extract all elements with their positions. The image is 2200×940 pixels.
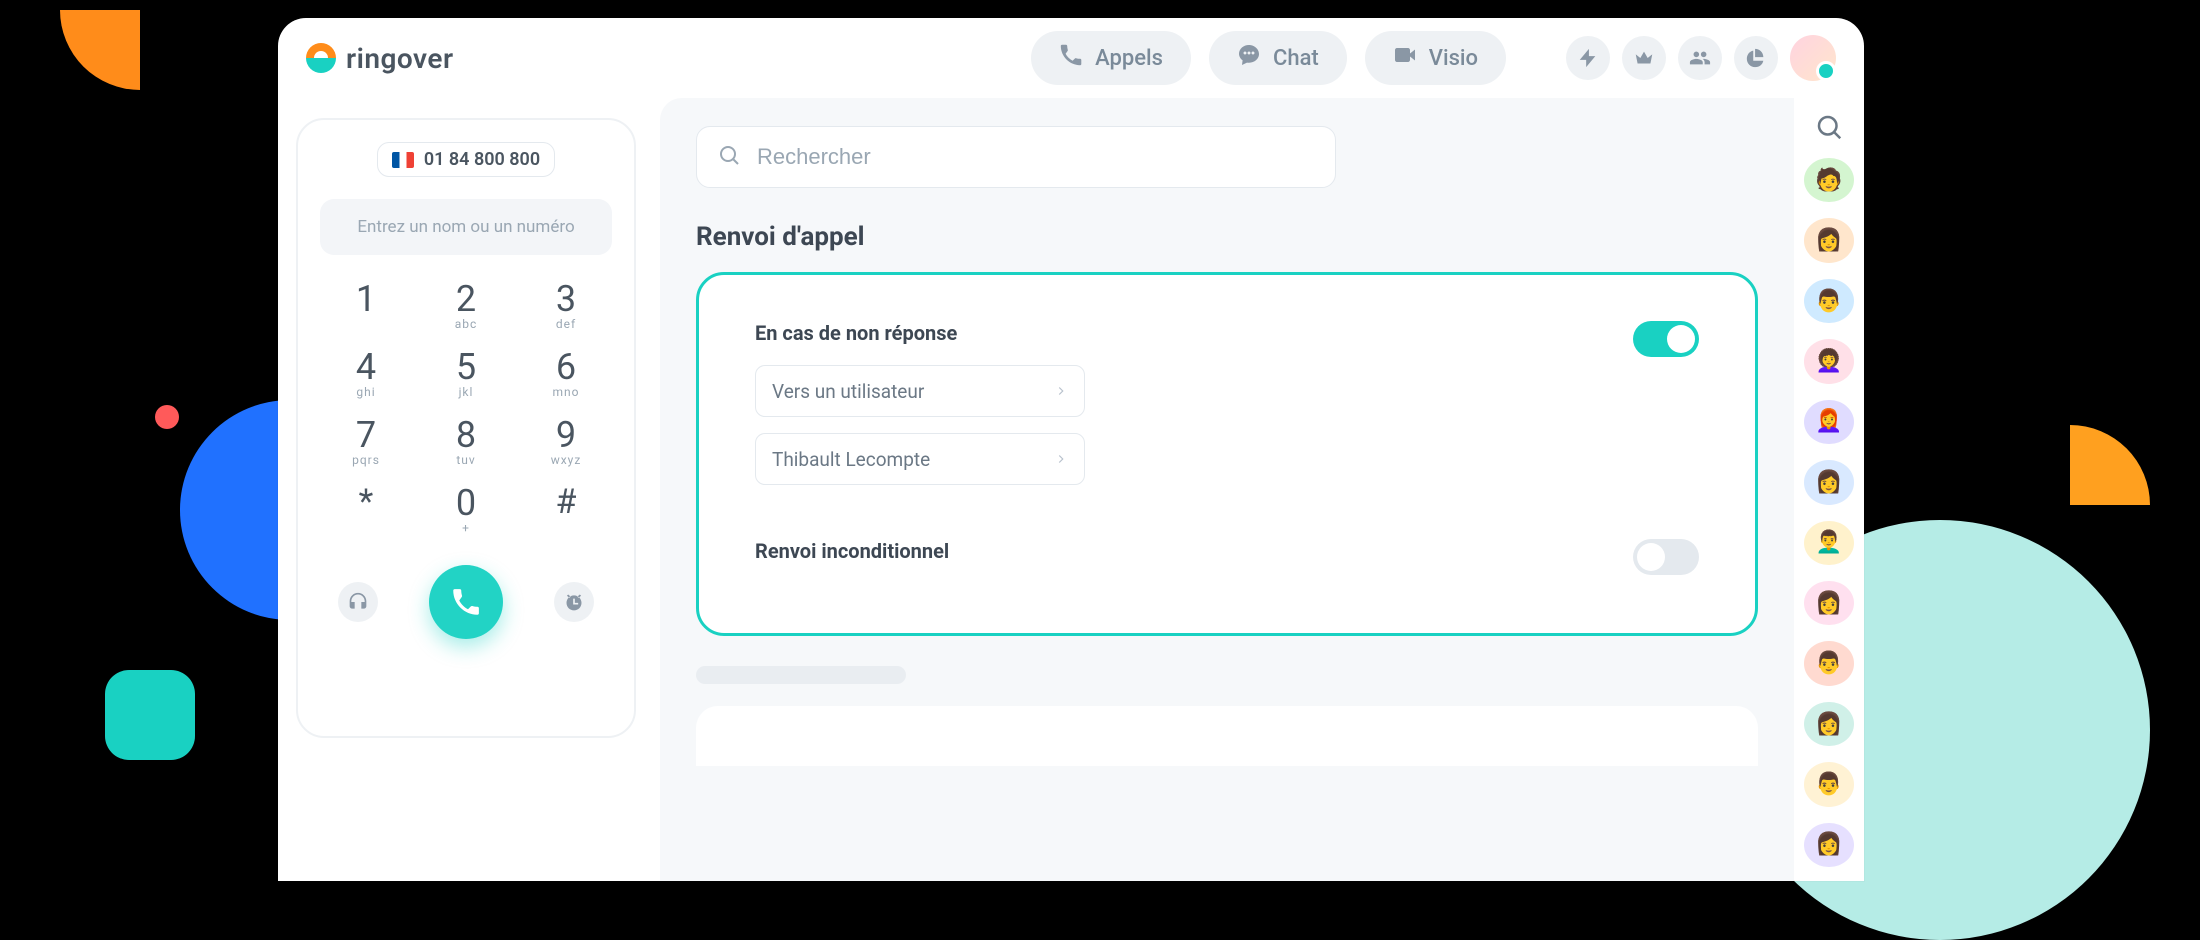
- contact-avatar[interactable]: 👨‍🦱: [1804, 521, 1854, 565]
- key-1[interactable]: 1: [321, 281, 411, 343]
- crown-button[interactable]: [1622, 36, 1666, 80]
- contact-avatar[interactable]: 👩‍🦰: [1804, 400, 1854, 444]
- contact-avatar[interactable]: 👩: [1804, 581, 1854, 625]
- pie-chart-icon: [1745, 47, 1767, 69]
- video-icon: [1393, 43, 1417, 73]
- section-title: Renvoi d'appel: [696, 222, 1758, 252]
- forward-target-select[interactable]: Vers un utilisateur: [755, 365, 1085, 417]
- chat-icon: [1237, 43, 1261, 73]
- contact-avatar[interactable]: 🧑: [1804, 158, 1854, 202]
- key-hash[interactable]: #: [521, 485, 611, 547]
- unconditional-title: Renvoi inconditionnel: [755, 539, 949, 563]
- contact-avatar[interactable]: 👨: [1804, 762, 1854, 806]
- brand-logo-mark: [306, 43, 336, 73]
- bg-orange-quarter: [60, 10, 140, 90]
- crown-icon: [1633, 47, 1655, 69]
- contact-avatar[interactable]: 👨: [1804, 279, 1854, 323]
- chevron-right-icon: [1054, 452, 1068, 466]
- headset-icon: [348, 592, 368, 612]
- key-4[interactable]: 4ghi: [321, 349, 411, 411]
- contact-avatar[interactable]: 👩: [1804, 702, 1854, 746]
- nav-chat[interactable]: Chat: [1209, 31, 1347, 85]
- header: ringover Appels Chat Visio: [278, 18, 1864, 98]
- alarm-icon: [564, 592, 584, 612]
- bolt-icon: [1577, 47, 1599, 69]
- loading-placeholder: [696, 666, 906, 684]
- dialer-panel: 01 84 800 800 Entrez un nom ou un numéro…: [296, 118, 636, 738]
- contact-avatar[interactable]: 👩: [1804, 823, 1854, 867]
- dialer-search-placeholder: Entrez un nom ou un numéro: [357, 217, 574, 237]
- key-7[interactable]: 7pqrs: [321, 417, 411, 479]
- contact-avatar[interactable]: 👩: [1804, 460, 1854, 504]
- key-3[interactable]: 3def: [521, 281, 611, 343]
- primary-nav: Appels Chat Visio: [1031, 31, 1506, 85]
- call-button[interactable]: [429, 565, 503, 639]
- dialer-search[interactable]: Entrez un nom ou un numéro: [320, 199, 612, 255]
- contact-rail: 🧑 👩 👨 👩‍🦱 👩‍🦰 👩 👨‍🦱 👩 👨 👩 👨 👩: [1794, 98, 1864, 881]
- nav-video[interactable]: Visio: [1365, 31, 1506, 85]
- call-forward-card: En cas de non réponse Vers un utilisateu…: [696, 272, 1758, 636]
- headset-button[interactable]: [338, 582, 378, 622]
- no-answer-title: En cas de non réponse: [755, 321, 1085, 345]
- key-6[interactable]: 6mno: [521, 349, 611, 411]
- nav-calls-label: Appels: [1095, 46, 1163, 71]
- contact-avatar[interactable]: 👩‍🦱: [1804, 339, 1854, 383]
- flag-france-icon: [392, 152, 414, 168]
- next-card-placeholder: [696, 706, 1758, 766]
- bg-red-dot: [155, 405, 179, 429]
- current-number-badge[interactable]: 01 84 800 800: [377, 142, 555, 177]
- bg-teal-square: [105, 670, 195, 760]
- bg-orange-quarter-right: [2070, 425, 2150, 505]
- people-icon: [1689, 47, 1711, 69]
- snooze-button[interactable]: [554, 582, 594, 622]
- forward-user-select[interactable]: Thibault Lecompte: [755, 433, 1085, 485]
- avatar-me[interactable]: [1790, 35, 1836, 81]
- contact-avatar[interactable]: 👨: [1804, 641, 1854, 685]
- unconditional-row: Renvoi inconditionnel: [755, 539, 1699, 583]
- forward-user-value: Thibault Lecompte: [772, 448, 930, 471]
- key-star[interactable]: *: [321, 485, 411, 547]
- people-button[interactable]: [1678, 36, 1722, 80]
- dialer-actions: [320, 565, 612, 639]
- key-8[interactable]: 8tuv: [421, 417, 511, 479]
- brand-name: ringover: [346, 42, 454, 75]
- key-5[interactable]: 5jkl: [421, 349, 511, 411]
- search-icon: [1814, 112, 1844, 142]
- phone-icon: [1059, 43, 1083, 73]
- bolt-button[interactable]: [1566, 36, 1610, 80]
- main-panel: Renvoi d'appel En cas de non réponse Ver…: [660, 98, 1794, 881]
- key-9[interactable]: 9wxyz: [521, 417, 611, 479]
- header-actions: [1566, 35, 1836, 81]
- key-0[interactable]: 0+: [421, 485, 511, 547]
- contact-avatar[interactable]: 👩: [1804, 218, 1854, 262]
- current-number: 01 84 800 800: [424, 149, 540, 170]
- no-answer-row: En cas de non réponse Vers un utilisateu…: [755, 321, 1699, 485]
- search-icon: [717, 143, 741, 171]
- nav-video-label: Visio: [1429, 46, 1478, 71]
- nav-calls[interactable]: Appels: [1031, 31, 1191, 85]
- brand-logo[interactable]: ringover: [306, 42, 454, 75]
- searchbar[interactable]: [696, 126, 1336, 188]
- rail-search[interactable]: [1814, 112, 1844, 142]
- chevron-right-icon: [1054, 384, 1068, 398]
- search-input[interactable]: [757, 144, 1315, 170]
- unconditional-toggle[interactable]: [1633, 539, 1699, 575]
- no-answer-toggle[interactable]: [1633, 321, 1699, 357]
- keypad: 1 2abc 3def 4ghi 5jkl 6mno 7pqrs 8tuv 9w…: [321, 281, 611, 547]
- forward-target-value: Vers un utilisateur: [772, 380, 924, 403]
- key-2[interactable]: 2abc: [421, 281, 511, 343]
- chart-button[interactable]: [1734, 36, 1778, 80]
- phone-icon: [451, 587, 481, 617]
- app-window: ringover Appels Chat Visio: [278, 18, 1864, 881]
- nav-chat-label: Chat: [1273, 46, 1319, 71]
